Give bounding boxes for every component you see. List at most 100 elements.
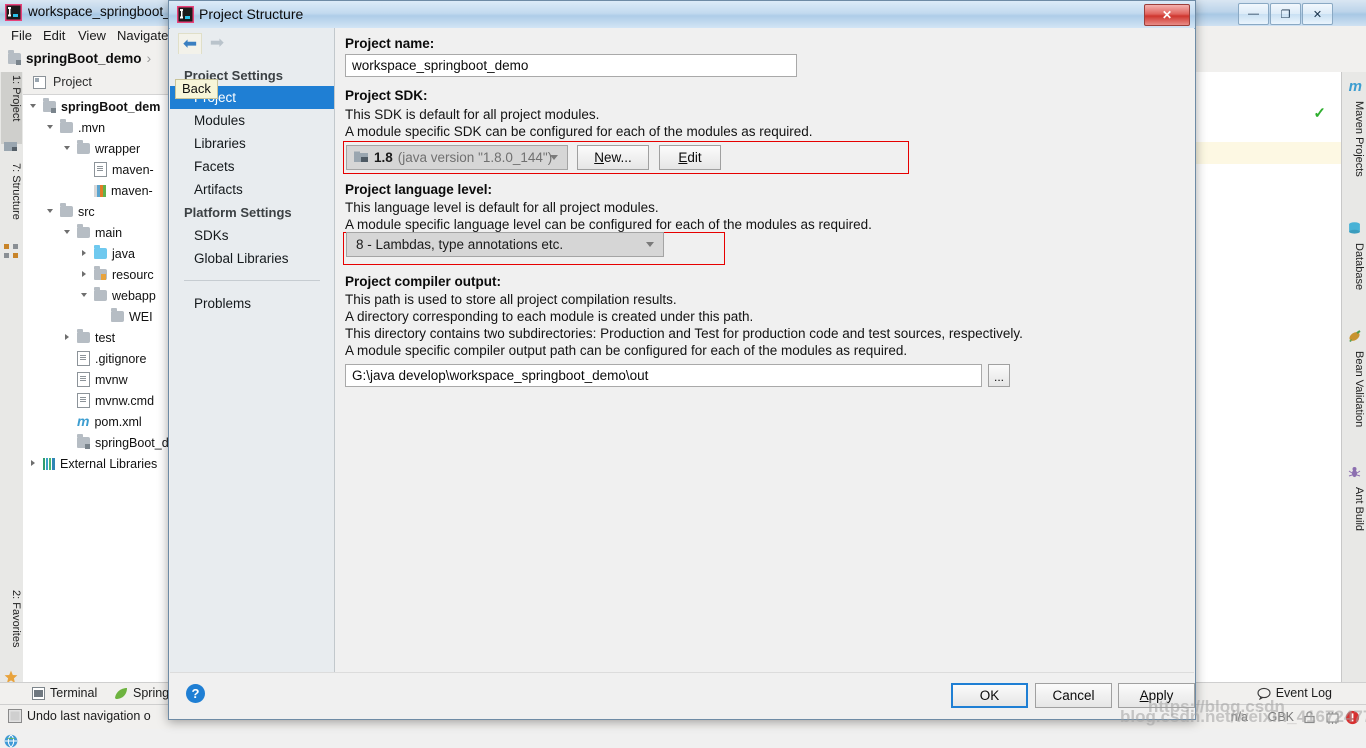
error-icon[interactable] <box>1345 710 1360 725</box>
maven-m-icon: m <box>1348 78 1362 95</box>
project-view-icon <box>33 76 46 89</box>
sidebar-tab-maven-projects[interactable]: Maven Projects <box>1344 98 1365 202</box>
sidebar-item-modules[interactable]: Modules <box>170 109 334 132</box>
sidebar-item-libraries[interactable]: Libraries <box>170 132 334 155</box>
event-log-icon <box>1257 687 1271 700</box>
ide-minimize-button[interactable]: — <box>1238 3 1269 25</box>
sidebar-tab-ant-build[interactable]: Ant Build <box>1344 484 1365 552</box>
navigation-icon <box>8 709 22 723</box>
sidebar-tab-favorites[interactable]: 2: Favorites <box>1 587 22 673</box>
chevron-right-icon[interactable] <box>80 269 91 280</box>
terminal-label: Terminal <box>50 686 98 700</box>
terminal-icon <box>32 686 45 700</box>
sidebar-tab-bean-validation[interactable]: Bean Validation <box>1344 348 1365 458</box>
chevron-right-icon[interactable] <box>63 332 74 343</box>
menu-navigate[interactable]: Navigate <box>110 26 175 45</box>
bean-icon <box>1349 330 1361 342</box>
dialog-close-button[interactable]: ✕ <box>1144 4 1190 26</box>
project-panel-title: Project <box>53 75 92 89</box>
sidebar-tab-database[interactable]: Database <box>1344 240 1365 312</box>
tree-item-label: test <box>95 330 116 345</box>
compiler-output-browse-button[interactable]: ... <box>988 364 1010 387</box>
project-sdk-version: (java version "1.8.0_144") <box>397 150 553 165</box>
apply-button[interactable]: Apply <box>1118 683 1195 708</box>
help-button[interactable]: ? <box>186 684 205 703</box>
compiler-output-input[interactable]: G:\java develop\workspace_springboot_dem… <box>345 364 982 387</box>
ide-close-button[interactable]: ✕ <box>1302 3 1333 25</box>
chevron-down-icon[interactable] <box>46 122 57 133</box>
edit-sdk-button[interactable]: Edit <box>659 145 721 170</box>
cancel-button[interactable]: Cancel <box>1035 683 1112 708</box>
tree-item-label: src <box>78 204 95 219</box>
nav-divider <box>184 280 320 281</box>
tree-item-label: mvnw.cmd <box>95 393 155 408</box>
left-tool-rail: 1: Project 7: Structure 2: Favorites Web <box>0 72 24 748</box>
dialog-nav-toolbar: ⬅ ➡ <box>170 28 334 58</box>
tree-item-label: java <box>112 246 135 261</box>
chevron-down-icon[interactable] <box>63 143 74 154</box>
sidebar-item-problems[interactable]: Problems <box>170 292 334 315</box>
dialog-nav-sidebar: ⬅ ➡ Project Settings Project Modules Lib… <box>170 28 335 683</box>
ide-maximize-button[interactable]: ❐ <box>1270 3 1301 25</box>
project-name-input[interactable]: workspace_springboot_demo <box>345 54 797 77</box>
apply-label: pply <box>1148 688 1174 703</box>
tree-item-label: maven- <box>112 162 154 177</box>
right-tool-rail: m Maven Projects Database Bean Validatio… <box>1341 72 1366 685</box>
sidebar-item-artifacts[interactable]: Artifacts <box>170 178 334 201</box>
ok-button[interactable]: OK <box>951 683 1028 708</box>
compiler-output-desc-3: This directory contains two subdirectori… <box>345 326 1023 341</box>
project-sdk-desc-1: This SDK is default for all project modu… <box>345 107 600 122</box>
chevron-down-icon[interactable] <box>29 101 40 112</box>
encoding-status[interactable]: GBK <box>1268 710 1294 724</box>
undo-navigation-label: Undo last navigation o <box>27 709 151 723</box>
arrow-right-icon[interactable]: ➡ <box>206 33 228 53</box>
folder-icon <box>60 203 73 217</box>
terminal-tool-button[interactable]: Terminal <box>32 686 97 700</box>
project-sdk-combo[interactable]: 1.8 (java version "1.8.0_144") <box>346 145 568 170</box>
compiler-output-label: Project compiler output: <box>345 274 502 289</box>
language-level-combo[interactable]: 8 - Lambdas, type annotations etc. <box>346 232 664 257</box>
back-tooltip: Back <box>175 79 218 99</box>
chevron-down-icon[interactable] <box>46 206 57 217</box>
sdk-folder-icon <box>354 151 368 162</box>
menu-view[interactable]: View <box>71 26 113 45</box>
chevron-right-icon[interactable] <box>80 248 91 259</box>
file-icon <box>77 372 90 387</box>
arrow-left-icon[interactable]: ⬅ <box>178 33 202 54</box>
sidebar-tab-structure[interactable]: 7: Structure <box>1 160 22 248</box>
folder-icon <box>77 329 90 343</box>
tree-item-label: .gitignore <box>95 351 147 366</box>
language-level-value: 8 - Lambdas, type annotations etc. <box>356 237 564 252</box>
dialog-content-panel: Project name: workspace_springboot_demo … <box>335 28 1194 673</box>
menu-edit[interactable]: Edit <box>36 26 72 45</box>
file-icon <box>77 351 90 366</box>
apply-mnemonic: A <box>1139 688 1149 703</box>
sidebar-tab-project[interactable]: 1: Project <box>1 72 22 144</box>
lock-icon[interactable] <box>1303 711 1316 724</box>
project-sdk-label: Project SDK: <box>345 88 428 103</box>
tree-item-label: .mvn <box>78 120 106 135</box>
sidebar-item-sdks[interactable]: SDKs <box>170 224 334 247</box>
maven-pom-icon: m <box>77 413 90 429</box>
folder-icon <box>60 119 73 133</box>
line-separator-status[interactable]: n/a <box>1231 710 1248 724</box>
chevron-right-icon[interactable] <box>29 458 40 469</box>
tree-item-label: mvnw <box>95 372 128 387</box>
language-level-label: Project language level: <box>345 182 493 197</box>
breadcrumb[interactable]: springBoot_demo › <box>8 49 151 66</box>
memory-indicator-icon[interactable] <box>1325 710 1340 725</box>
event-log-button[interactable]: Event Log <box>1257 686 1332 700</box>
spring-tool-button[interactable]: Spring <box>114 686 169 700</box>
sidebar-item-facets[interactable]: Facets <box>170 155 334 178</box>
chevron-down-icon <box>646 241 654 247</box>
chevron-down-icon[interactable] <box>63 227 74 238</box>
tree-item-label: wrapper <box>95 141 141 156</box>
menu-file[interactable]: File <box>4 26 39 45</box>
language-level-desc-2: A module specific language level can be … <box>345 217 872 232</box>
new-sdk-button[interactable]: New... <box>577 145 649 170</box>
chevron-down-icon[interactable] <box>80 290 91 301</box>
module-folder-icon <box>77 434 90 449</box>
sidebar-item-global-libraries[interactable]: Global Libraries <box>170 247 334 270</box>
file-icon <box>77 393 90 408</box>
ide-window-title: workspace_springboot_d <box>28 4 179 19</box>
